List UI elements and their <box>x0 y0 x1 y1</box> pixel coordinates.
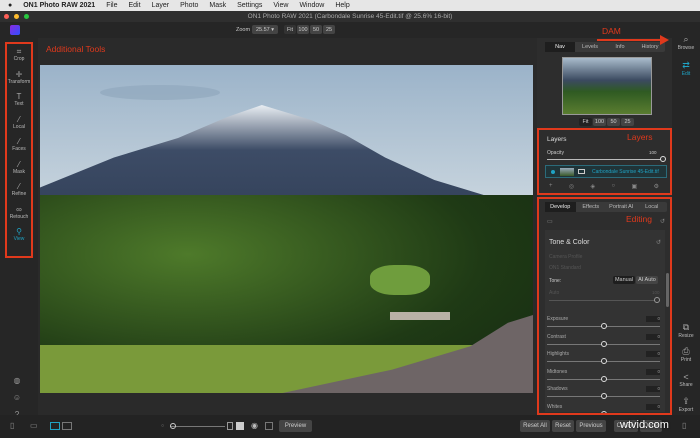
nav-tabs: Nav Levels Info History <box>545 42 665 52</box>
menu-window[interactable]: Window <box>299 2 324 9</box>
browse-icon: ⌕ <box>683 34 689 44</box>
nav-100-button[interactable]: 100 <box>593 118 606 126</box>
nav-thumbnail[interactable] <box>562 57 652 115</box>
module-label: Print <box>680 357 692 363</box>
compare-icon[interactable]: ▭ <box>30 421 38 430</box>
menu-settings[interactable]: Settings <box>237 2 262 9</box>
nav-fit-button[interactable]: Fit <box>579 118 592 126</box>
split-view-icon[interactable] <box>62 422 72 430</box>
right-panel-toggle-icon[interactable]: ▯ <box>682 421 686 430</box>
zoom-fit-button[interactable]: Fit <box>284 25 296 34</box>
zoom-25-button[interactable]: 25 <box>323 25 335 34</box>
print-module-button[interactable]: ⎙ Print <box>672 346 700 363</box>
preview-button[interactable]: Preview <box>279 420 312 432</box>
menu-photo[interactable]: Photo <box>180 2 198 9</box>
watermark: wtvid.com <box>620 419 669 431</box>
annotation-arrow <box>597 39 662 41</box>
tab-nav[interactable]: Nav <box>545 42 575 52</box>
cloud <box>100 85 220 100</box>
brush-slider-knob[interactable] <box>170 423 176 429</box>
module-label: Share <box>679 382 693 388</box>
menu-bar: ● ON1 Photo RAW 2021 File Edit Layer Pho… <box>0 0 700 11</box>
module-label: Resize <box>678 333 694 339</box>
bottom-bar: ▯ ▭ ○ ◉ Preview Reset All Reset Previous… <box>0 415 700 438</box>
annotation-box-editing <box>537 197 672 415</box>
bucket-icon[interactable]: ◍ <box>10 372 24 389</box>
bridge <box>390 312 450 320</box>
menu-file[interactable]: File <box>106 2 117 9</box>
user-icon[interactable]: ☺ <box>10 389 24 406</box>
nav-50-button[interactable]: 50 <box>607 118 620 126</box>
meadow <box>370 265 430 295</box>
reset-all-button[interactable]: Reset All <box>520 420 550 432</box>
module-label: Edit <box>681 71 691 77</box>
module-label: Browse <box>677 45 695 51</box>
close-window-button[interactable] <box>4 14 9 19</box>
title-bar: ON1 Photo RAW 2021 (Carbondale Sunrise 4… <box>0 11 700 22</box>
soft-proof-icon[interactable]: ◉ <box>251 421 258 430</box>
previous-button[interactable]: Previous <box>576 420 606 432</box>
menu-help[interactable]: Help <box>335 2 349 9</box>
edit-icon: ⇄ <box>682 60 690 70</box>
app-menu[interactable]: ON1 Photo RAW 2021 <box>23 2 95 9</box>
toolbar: Zoom 25.57 ▾ Fit 100 50 25 <box>0 22 700 38</box>
on1-logo <box>10 25 20 35</box>
brush-slider[interactable] <box>170 426 225 427</box>
tab-levels[interactable]: Levels <box>575 42 605 52</box>
panel-toggle-icon[interactable]: ▯ <box>10 421 14 430</box>
minimize-window-button[interactable] <box>14 14 19 19</box>
mask-view-icon[interactable] <box>227 422 233 430</box>
arrow-head <box>660 35 669 45</box>
share-icon: < <box>683 372 689 382</box>
resize-module-button[interactable]: ⧉ Resize <box>672 322 700 339</box>
browse-module-button[interactable]: ⌕ Browse <box>672 34 700 51</box>
photo-canvas[interactable] <box>40 65 533 393</box>
zoom-window-button[interactable] <box>24 14 29 19</box>
annotation-editing-label: Editing <box>626 214 652 224</box>
menu-mask[interactable]: Mask <box>209 2 226 9</box>
window-title: ON1 Photo RAW 2021 (Carbondale Sunrise 4… <box>247 13 453 20</box>
annotation-tools-label: Additional Tools <box>46 44 106 54</box>
nav-25-button[interactable]: 25 <box>621 118 634 126</box>
export-icon: ⇪ <box>682 396 690 406</box>
overlay-icon[interactable] <box>236 422 244 430</box>
reset-button[interactable]: Reset <box>552 420 574 432</box>
menu-layer[interactable]: Layer <box>152 2 170 9</box>
clipping-icon[interactable] <box>265 422 273 430</box>
zoom-label: Zoom <box>236 27 251 33</box>
edit-module-button[interactable]: ⇄ Edit <box>672 60 700 77</box>
zoom-select[interactable]: 25.57 ▾ <box>252 25 278 34</box>
export-module-button[interactable]: ⇪ Export <box>672 396 700 413</box>
share-module-button[interactable]: < Share <box>672 372 700 388</box>
module-label: Export <box>678 407 694 413</box>
menu-view[interactable]: View <box>273 2 288 9</box>
apple-icon[interactable]: ● <box>8 2 12 9</box>
zoom-50-button[interactable]: 50 <box>310 25 322 34</box>
zoom-100-button[interactable]: 100 <box>297 25 309 34</box>
tab-info[interactable]: Info <box>605 42 635 52</box>
zoom-value: 25.57 <box>255 26 270 33</box>
menu-edit[interactable]: Edit <box>128 2 140 9</box>
resize-icon: ⧉ <box>682 322 690 332</box>
annotation-dam-label: DAM <box>602 26 621 36</box>
annotation-layers-label: Layers <box>627 132 653 142</box>
brush-size-icon: ○ <box>161 423 165 429</box>
single-view-icon[interactable] <box>50 422 60 430</box>
print-icon: ⎙ <box>682 346 690 356</box>
annotation-box-tools <box>5 42 33 258</box>
